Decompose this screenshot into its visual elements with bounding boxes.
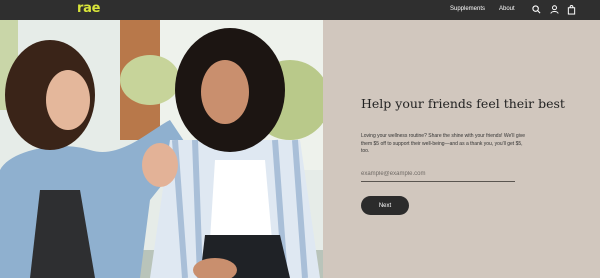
nav-link-supplements[interactable]: Supplements: [450, 4, 485, 14]
rae-logo[interactable]: rae: [77, 1, 100, 17]
referral-headline: Help your friends feel their best: [361, 96, 565, 111]
hero-photo: [0, 20, 323, 278]
next-button[interactable]: Next: [361, 196, 409, 215]
photo-two-women-image: [0, 20, 323, 278]
account-icon[interactable]: [549, 4, 560, 15]
top-navigation-bar: rae Supplements About: [0, 0, 600, 20]
nav-link-about[interactable]: About: [499, 4, 515, 14]
search-icon[interactable]: [531, 4, 542, 15]
referral-description: Loving your wellness routine? Share the …: [361, 133, 526, 155]
email-field[interactable]: [361, 166, 515, 182]
cart-icon[interactable]: [566, 4, 577, 15]
referral-panel: Help your friends feel their best Loving…: [323, 20, 600, 278]
